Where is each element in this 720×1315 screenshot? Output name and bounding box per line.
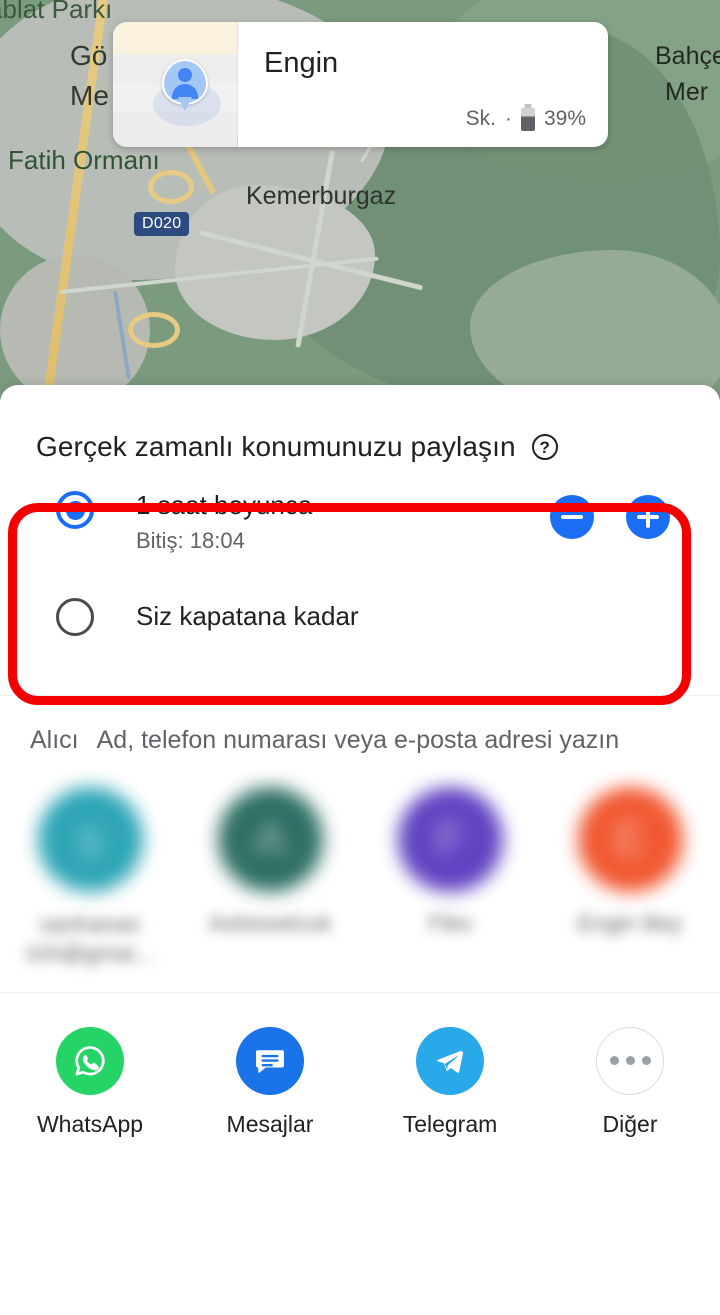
meta-separator: · [504,107,512,130]
duration-option-text: Siz kapatana kadar [136,600,359,633]
battery-percent: 39% [543,107,586,130]
map-interchange [128,312,180,348]
contact-name: Aslıtoselcuk [208,910,332,936]
screen-root: ablat Parkı Gö Me Fatih Ormanı Kemerburg… [0,0,720,1315]
contact-item[interactable]: E Engin Bey [540,787,720,968]
share-target-label: Diğer [602,1110,658,1137]
map-label-bahce: Bahçe [655,42,720,70]
duration-option-text: 1 saat boyunca Bitiş: 18:04 [136,489,312,554]
share-target-label: Telegram [402,1110,498,1137]
duration-option-one-hour[interactable]: 1 saat boyunca Bitiş: 18:04 [36,489,684,555]
map-label-mer: Mer [665,78,709,106]
map-label-kemerburgaz: Kemerburgaz [246,182,397,210]
map-label-fatih-ormani: Fatih Ormanı [8,145,160,175]
share-apps-row: WhatsApp Mesajlar Telegram Diğer [0,993,720,1138]
contact-item[interactable]: s sanhanan ichi@gmai... [0,787,180,968]
duration-option-label: 1 saat boyunca [136,490,313,520]
person-name: Engin [264,47,339,79]
page-title: Gerçek zamanlı konumunuzu paylaşın [36,431,516,462]
map-label-go: Gö [70,40,108,71]
avatar: F [397,787,503,892]
map-label-park: ablat Parkı [0,0,113,24]
recipient-field[interactable]: Alıcı Ad, telefon numarası veya e-posta … [0,696,720,781]
duration-option-label: Siz kapatana kadar [136,600,359,631]
battery-icon [520,107,535,131]
radio-unselected-icon[interactable] [56,598,94,636]
contact-name-line: sanhanan [39,911,141,937]
share-target-telegram[interactable]: Telegram [360,1026,540,1138]
help-icon[interactable]: ? [531,434,558,460]
person-map-thumbnail [113,22,238,147]
avatar: E [577,787,683,892]
avatar: A [217,787,323,892]
share-target-messages[interactable]: Mesajlar [180,1026,360,1138]
duration-option-until-turned-off[interactable]: Siz kapatana kadar [36,583,684,649]
contact-name: Engin Bey [577,910,683,936]
person-pin-icon [162,59,208,105]
increase-duration-button[interactable] [626,495,670,539]
duration-stepper [550,495,670,539]
telegram-icon [416,1026,484,1095]
more-horizontal-icon [596,1026,664,1095]
messages-icon [236,1026,304,1095]
contact-suggestions: s sanhanan ichi@gmai... A Aslıtoselcuk F… [0,781,720,984]
share-location-sheet: Gerçek zamanlı konumunuzu paylaşın ? 1 s… [0,385,720,1315]
radio-selected-icon[interactable] [56,491,94,529]
person-status-meta: Sk. · 39% [466,107,586,131]
recipient-label: Alıcı [30,726,79,754]
contact-item[interactable]: F Fiko [360,787,540,968]
share-target-label: Mesajlar [226,1110,314,1137]
person-info-card[interactable]: Engin Sk. · 39% [113,22,608,147]
contact-name: Fiko [428,910,472,936]
contact-name-line: ichi@gmai... [26,939,154,966]
person-details: Engin Sk. · 39% [238,22,608,147]
map-label-me: Me [70,80,109,111]
decrease-duration-button[interactable] [550,495,594,539]
duration-end-time: Bitiş: 18:04 [136,527,245,553]
sheet-header: Gerçek zamanlı konumunuzu paylaşın ? [0,385,720,463]
contact-name: sanhanan ichi@gmai... [27,910,154,968]
share-target-whatsapp[interactable]: WhatsApp [0,1026,180,1138]
map-road-shield: D020 [134,212,190,236]
person-status-text: Sk. [465,107,496,130]
duration-options-group: 1 saat boyunca Bitiş: 18:04 Siz kapatana… [0,489,720,649]
map-canvas[interactable]: ablat Parkı Gö Me Fatih Ormanı Kemerburg… [0,0,720,400]
share-target-other[interactable]: Diğer [540,1026,720,1138]
recipient-input[interactable]: Ad, telefon numarası veya e-posta adresi… [97,726,620,755]
contact-item[interactable]: A Aslıtoselcuk [180,787,360,968]
share-target-label: WhatsApp [36,1110,144,1137]
whatsapp-icon [56,1026,124,1095]
avatar: s [37,787,143,892]
